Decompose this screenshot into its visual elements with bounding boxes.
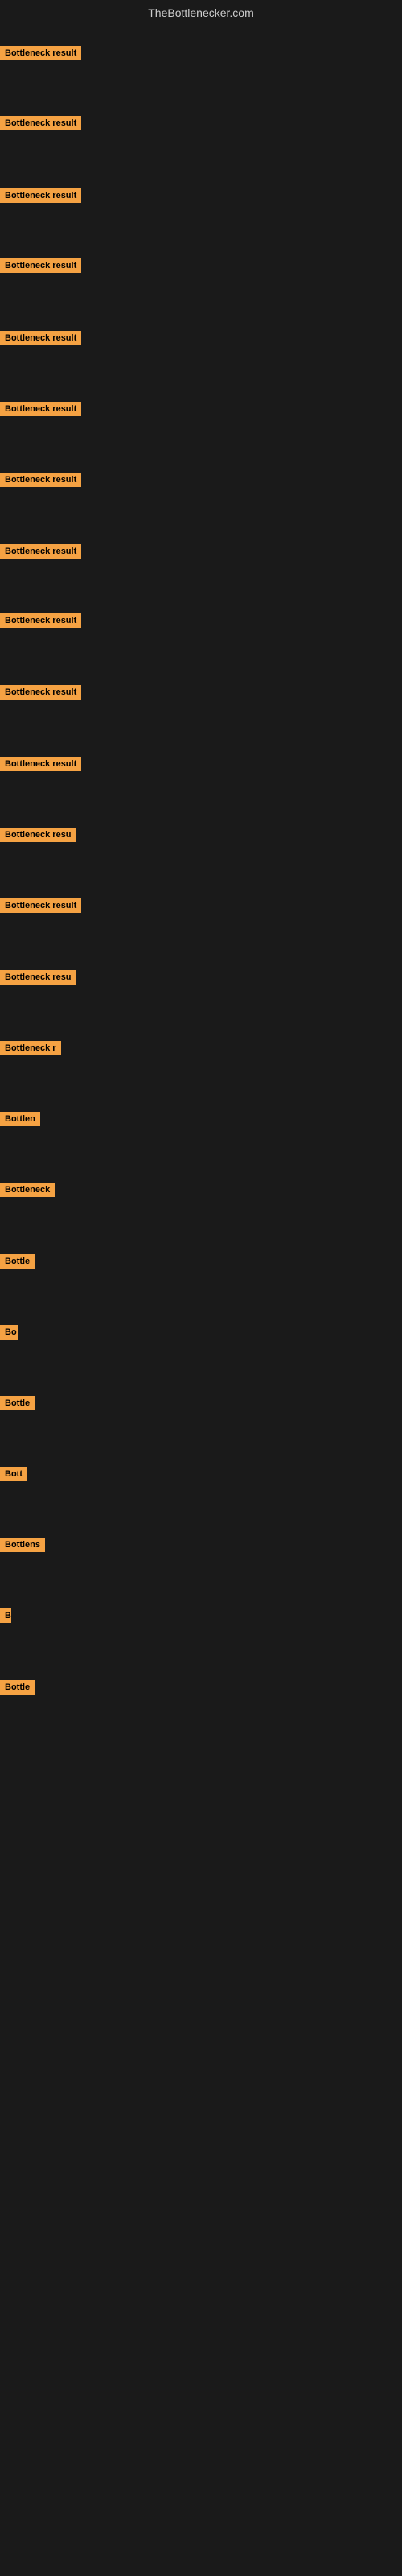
bottleneck-badge-4[interactable]: Bottleneck result <box>0 258 81 273</box>
bottleneck-badge-12[interactable]: Bottleneck resu <box>0 828 76 842</box>
bottleneck-badge-container-6: Bottleneck result <box>0 402 81 420</box>
bottleneck-badge-3[interactable]: Bottleneck result <box>0 188 81 203</box>
bottleneck-badge-13[interactable]: Bottleneck result <box>0 898 81 913</box>
bottleneck-badge-7[interactable]: Bottleneck result <box>0 473 81 487</box>
bottleneck-badge-container-13: Bottleneck result <box>0 898 81 917</box>
bottleneck-badge-23[interactable]: B <box>0 1608 11 1623</box>
bottleneck-badge-container-17: Bottleneck <box>0 1183 55 1201</box>
bottleneck-badge-container-5: Bottleneck result <box>0 331 81 349</box>
bottleneck-badge-19[interactable]: Bo <box>0 1325 18 1340</box>
bottleneck-badge-container-7: Bottleneck result <box>0 473 81 491</box>
bottleneck-badge-24[interactable]: Bottle <box>0 1680 35 1695</box>
bottleneck-badge-container-10: Bottleneck result <box>0 685 81 704</box>
bottleneck-badge-container-4: Bottleneck result <box>0 258 81 277</box>
bottleneck-badge-2[interactable]: Bottleneck result <box>0 116 81 130</box>
bottleneck-badge-container-20: Bottle <box>0 1396 35 1414</box>
bottleneck-badge-container-14: Bottleneck resu <box>0 970 76 989</box>
bottleneck-badge-5[interactable]: Bottleneck result <box>0 331 81 345</box>
bottleneck-badge-14[interactable]: Bottleneck resu <box>0 970 76 985</box>
bottleneck-badge-container-23: B <box>0 1608 11 1627</box>
bottleneck-badge-container-8: Bottleneck result <box>0 544 81 563</box>
bottleneck-badge-20[interactable]: Bottle <box>0 1396 35 1410</box>
bottleneck-badge-container-9: Bottleneck result <box>0 613 81 632</box>
bottleneck-badge-container-19: Bo <box>0 1325 18 1344</box>
bottleneck-badge-container-3: Bottleneck result <box>0 188 81 207</box>
bottleneck-badge-22[interactable]: Bottlens <box>0 1538 45 1552</box>
bottleneck-badge-container-2: Bottleneck result <box>0 116 81 134</box>
bottleneck-badge-21[interactable]: Bott <box>0 1467 27 1481</box>
bottleneck-badge-16[interactable]: Bottlen <box>0 1112 40 1126</box>
bottleneck-badge-1[interactable]: Bottleneck result <box>0 46 81 60</box>
bottleneck-badge-10[interactable]: Bottleneck result <box>0 685 81 700</box>
bottleneck-badge-container-22: Bottlens <box>0 1538 45 1556</box>
bottleneck-badge-container-16: Bottlen <box>0 1112 40 1130</box>
bottleneck-badge-container-21: Bott <box>0 1467 27 1485</box>
bottleneck-badge-container-18: Bottle <box>0 1254 35 1273</box>
site-title: TheBottlenecker.com <box>0 0 402 23</box>
bottleneck-badge-container-12: Bottleneck resu <box>0 828 76 846</box>
bottleneck-badge-container-24: Bottle <box>0 1680 35 1699</box>
bottleneck-badge-11[interactable]: Bottleneck result <box>0 757 81 771</box>
bottleneck-badge-6[interactable]: Bottleneck result <box>0 402 81 416</box>
bottleneck-badge-9[interactable]: Bottleneck result <box>0 613 81 628</box>
bottleneck-badge-17[interactable]: Bottleneck <box>0 1183 55 1197</box>
bottleneck-badge-15[interactable]: Bottleneck r <box>0 1041 61 1055</box>
bottleneck-badge-container-15: Bottleneck r <box>0 1041 61 1059</box>
bottleneck-badge-container-1: Bottleneck result <box>0 46 81 64</box>
bottleneck-badge-container-11: Bottleneck result <box>0 757 81 775</box>
bottleneck-badge-8[interactable]: Bottleneck result <box>0 544 81 559</box>
bottleneck-badge-18[interactable]: Bottle <box>0 1254 35 1269</box>
